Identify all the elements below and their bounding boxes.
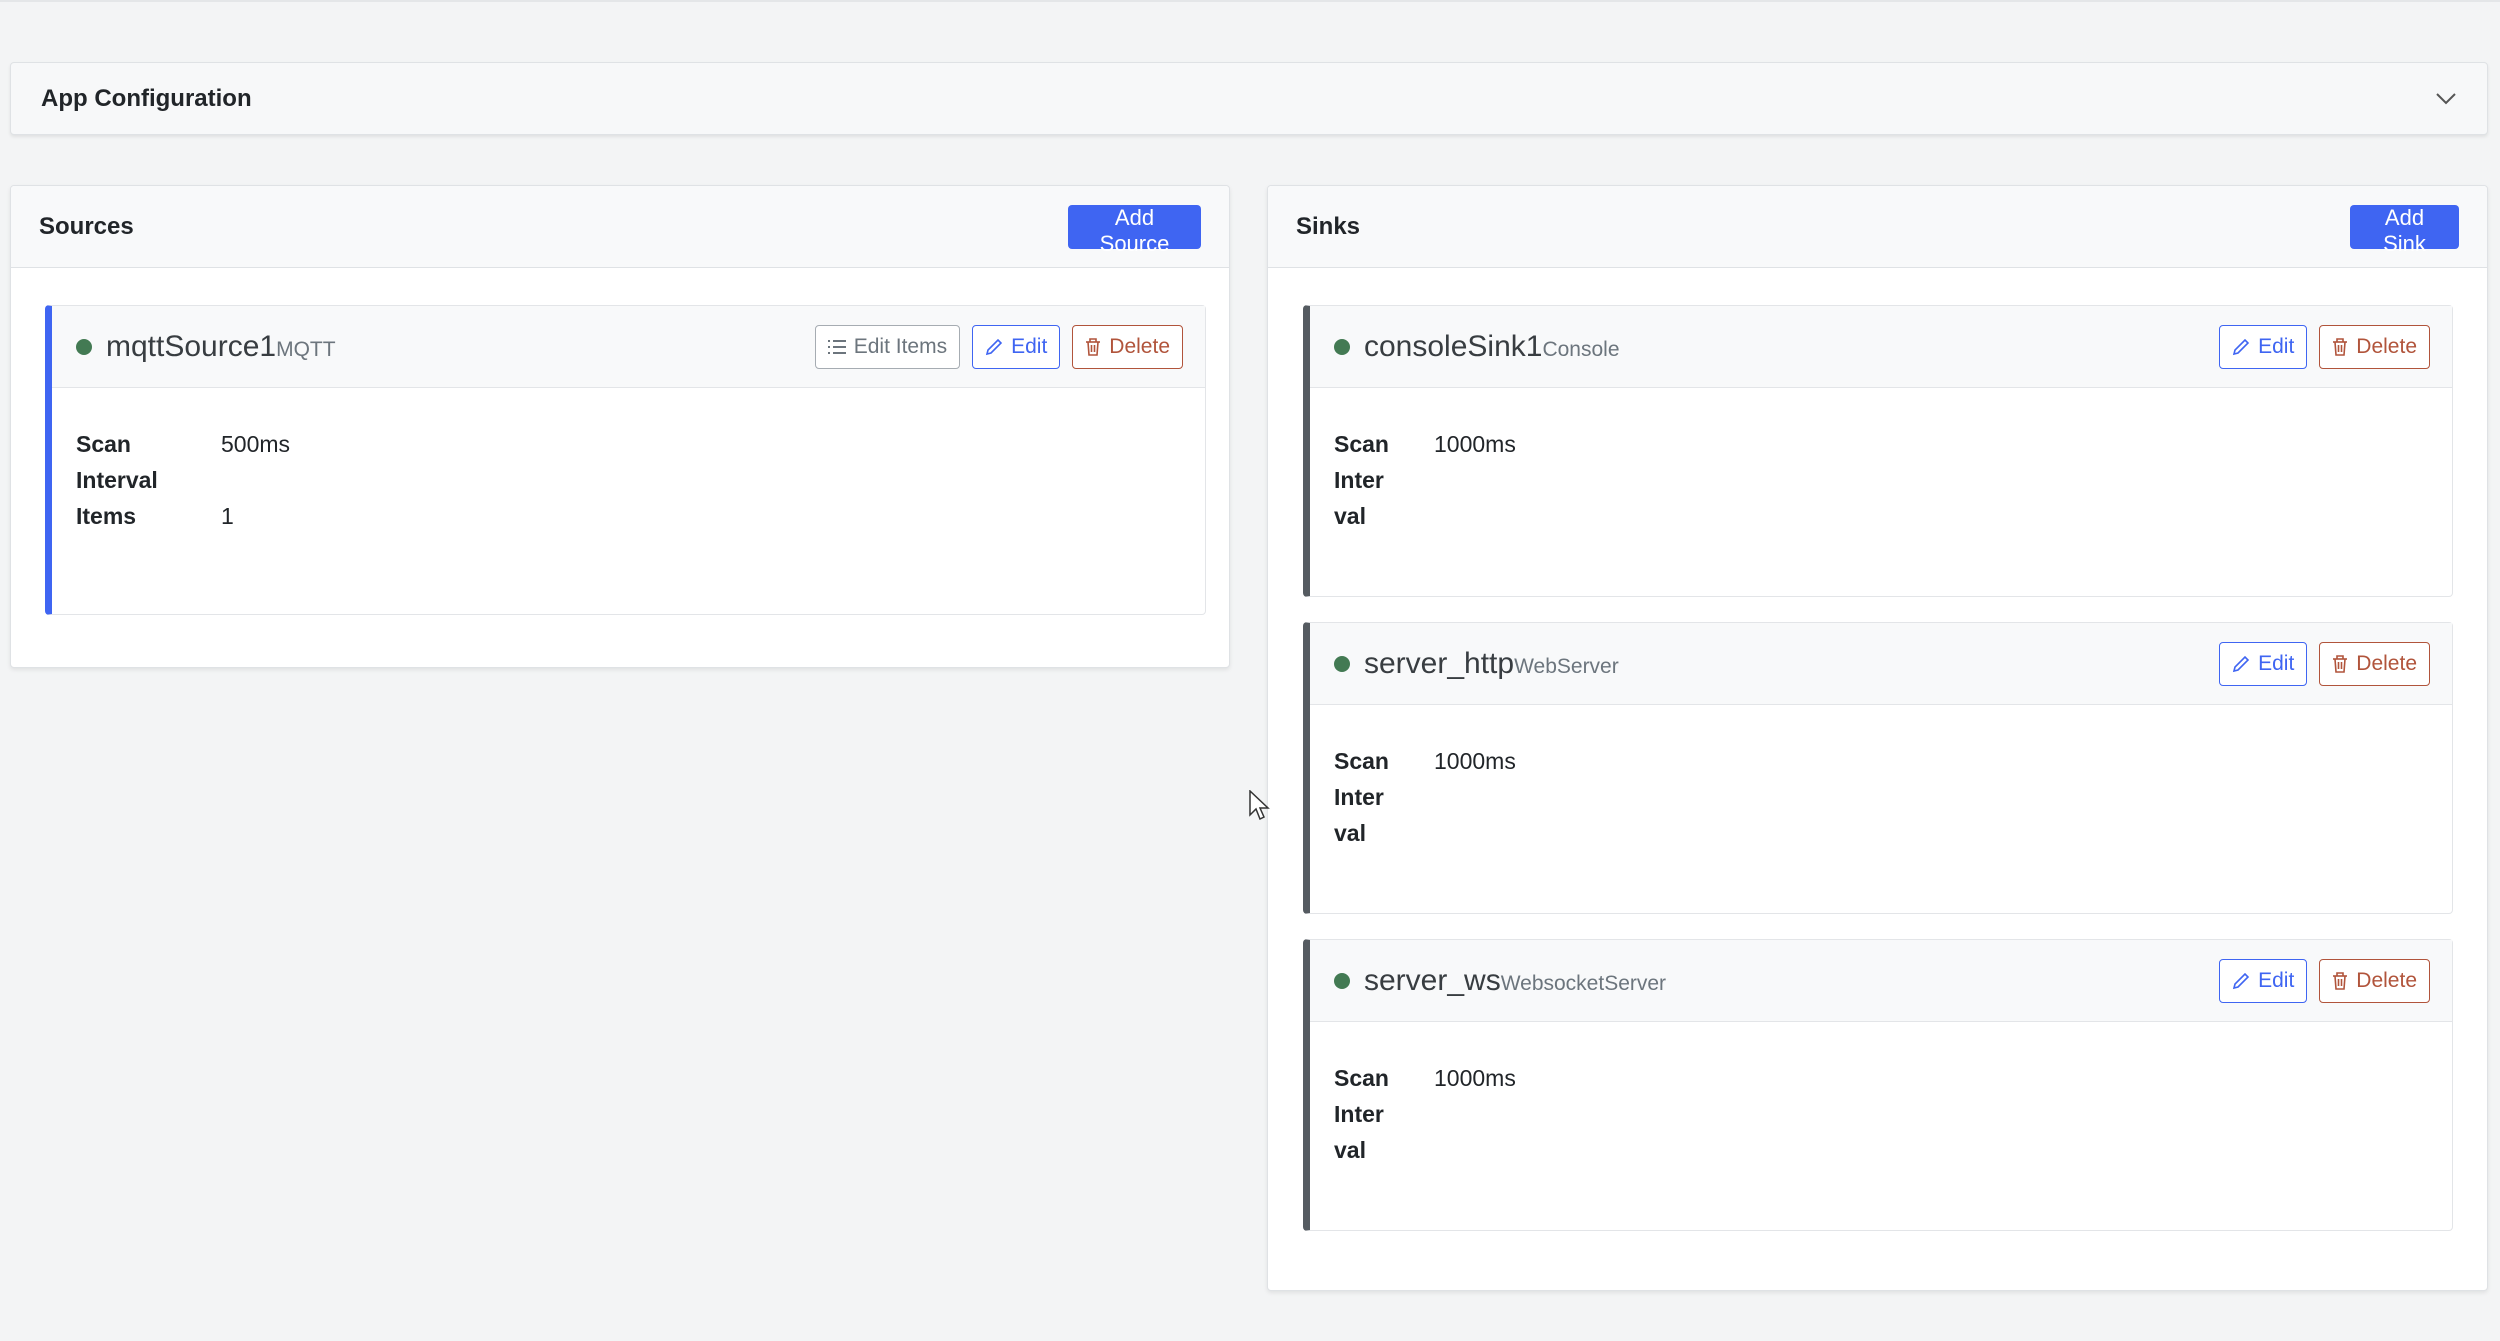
items-value: 1: [221, 503, 234, 529]
sink-card-server-http: server_http WebServer Edit Delete Scan I…: [1303, 622, 2453, 914]
app-configuration-title: App Configuration: [41, 84, 252, 112]
delete-sink-button[interactable]: Delete: [2319, 641, 2430, 686]
add-source-button[interactable]: Add Source: [1068, 204, 1201, 256]
trash-icon: [2333, 337, 2348, 356]
edit-sink-button[interactable]: Edit: [2219, 641, 2308, 686]
delete-sink-button[interactable]: Delete: [2319, 958, 2430, 1003]
scan-interval-row: Scan Inter val 1000ms: [1334, 1060, 1934, 1168]
items-row: Items 1: [76, 498, 676, 534]
sink-name: consoleSink1: [1364, 329, 1543, 363]
top-border: [0, 0, 2500, 2]
sinks-header: Sinks Add Sink: [1268, 186, 2487, 268]
edit-label: Edit: [2258, 651, 2295, 675]
sink-type: WebServer: [1514, 654, 1619, 678]
scan-interval-row: Scan Interval 500ms: [76, 426, 676, 498]
items-label: Items: [76, 503, 137, 529]
source-name: mqttSource1: [106, 329, 277, 363]
scan-interval-row: Scan Inter val 1000ms: [1334, 426, 1934, 534]
delete-sink-button[interactable]: Delete: [2319, 324, 2430, 369]
sink-card-header: server_http WebServer Edit Delete: [1310, 623, 2452, 705]
delete-label: Delete: [2356, 968, 2417, 992]
pencil-icon: [2233, 655, 2250, 672]
mouse-cursor-icon: [1249, 790, 1270, 821]
sources-panel: Sources Add Source mqttSource1 MQTT Edit…: [10, 185, 1230, 668]
delete-label: Delete: [1109, 334, 1170, 358]
edit-sink-button[interactable]: Edit: [2219, 324, 2308, 369]
sink-card-server-ws: server_ws WebsocketServer Edit Delete Sc…: [1303, 939, 2453, 1231]
status-dot: [1334, 972, 1350, 989]
sink-type: WebsocketServer: [1500, 971, 1667, 995]
sink-card-consolesink1: consoleSink1 Console Edit Delete Scan In…: [1303, 305, 2453, 597]
scan-interval-label: Scan Inter val: [1334, 1065, 1389, 1163]
scan-interval-label: Scan Interval: [76, 431, 158, 493]
sources-header: Sources Add Source: [11, 186, 1229, 268]
edit-label: Edit: [2258, 334, 2295, 358]
scan-interval-value: 1000ms: [1434, 1065, 1516, 1091]
trash-icon: [1086, 337, 1101, 356]
edit-label: Edit: [2258, 968, 2295, 992]
edit-sink-button[interactable]: Edit: [2219, 958, 2308, 1003]
sinks-title: Sinks: [1296, 212, 1361, 240]
app-configuration-accordion[interactable]: App Configuration: [10, 62, 2488, 135]
sink-name: server_http: [1364, 646, 1515, 680]
pencil-icon: [986, 338, 1003, 355]
sources-title: Sources: [39, 212, 134, 240]
status-dot: [1334, 655, 1350, 672]
edit-label: Edit: [1011, 334, 1048, 358]
delete-label: Delete: [2356, 334, 2417, 358]
edit-items-label: Edit Items: [853, 334, 948, 358]
add-sink-button[interactable]: Add Sink: [2350, 204, 2459, 256]
source-type: MQTT: [276, 337, 336, 361]
list-icon: [827, 339, 846, 354]
scan-interval-row: Scan Inter val 1000ms: [1334, 743, 1934, 851]
pencil-icon: [2233, 338, 2250, 355]
scan-interval-value: 1000ms: [1434, 431, 1516, 457]
sink-name: server_ws: [1364, 963, 1501, 997]
trash-icon: [2333, 654, 2348, 673]
trash-icon: [2333, 971, 2348, 990]
pencil-icon: [2233, 972, 2250, 989]
chevron-down-icon[interactable]: [2435, 88, 2457, 110]
sinks-panel: Sinks Add Sink consoleSink1 Console Edit…: [1267, 185, 2488, 1291]
delete-label: Delete: [2356, 651, 2417, 675]
delete-source-button[interactable]: Delete: [1072, 324, 1183, 369]
source-card-mqttsource1: mqttSource1 MQTT Edit Items Edit Delete …: [45, 305, 1206, 615]
status-dot: [1334, 338, 1350, 355]
scan-interval-label: Scan Inter val: [1334, 431, 1389, 529]
edit-items-button[interactable]: Edit Items: [814, 324, 961, 369]
sink-card-header: server_ws WebsocketServer Edit Delete: [1310, 940, 2452, 1022]
scan-interval-label: Scan Inter val: [1334, 748, 1389, 846]
scan-interval-value: 1000ms: [1434, 748, 1516, 774]
source-card-header: mqttSource1 MQTT Edit Items Edit Delete: [52, 306, 1205, 388]
sink-type: Console: [1542, 337, 1620, 361]
scan-interval-value: 500ms: [221, 431, 291, 457]
sink-card-header: consoleSink1 Console Edit Delete: [1310, 306, 2452, 388]
edit-source-button[interactable]: Edit: [972, 324, 1061, 369]
status-dot: [76, 338, 92, 355]
